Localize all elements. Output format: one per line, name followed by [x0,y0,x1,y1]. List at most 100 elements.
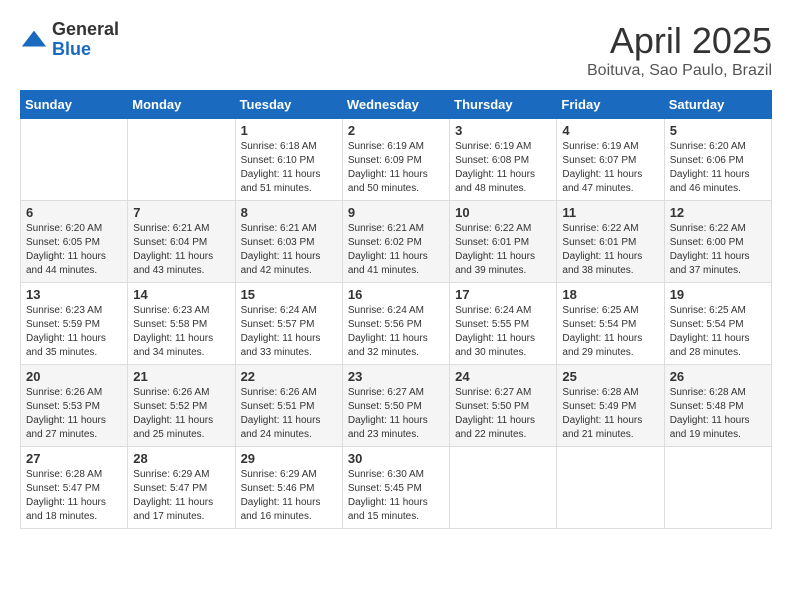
calendar-cell: 24 Sunrise: 6:27 AM Sunset: 5:50 PM Dayli… [450,365,557,447]
weekday-header-saturday: Saturday [664,91,771,119]
day-info: Sunrise: 6:19 AM Sunset: 6:07 PM Dayligh… [562,140,658,196]
calendar-cell: 25 Sunrise: 6:28 AM Sunset: 5:49 PM Dayli… [557,365,664,447]
day-info: Sunrise: 6:22 AM Sunset: 6:01 PM Dayligh… [455,222,551,278]
calendar-cell: 12 Sunrise: 6:22 AM Sunset: 6:00 PM Dayli… [664,201,771,283]
day-info: Sunrise: 6:18 AM Sunset: 6:10 PM Dayligh… [241,140,337,196]
calendar-cell [557,447,664,529]
logo-icon [20,26,48,54]
day-info: Sunrise: 6:20 AM Sunset: 6:06 PM Dayligh… [670,140,766,196]
calendar-cell: 18 Sunrise: 6:25 AM Sunset: 5:54 PM Dayli… [557,283,664,365]
day-number: 26 [670,369,766,384]
day-number: 5 [670,123,766,138]
day-number: 11 [562,205,658,220]
logo: General Blue [20,20,119,60]
day-info: Sunrise: 6:20 AM Sunset: 6:05 PM Dayligh… [26,222,122,278]
calendar-cell: 6Sunrise: 6:20 AM Sunset: 6:05 PM Daylig… [21,201,128,283]
month-title: April 2025 [587,20,772,62]
day-info: Sunrise: 6:28 AM Sunset: 5:49 PM Dayligh… [562,386,658,442]
location-title: Boituva, Sao Paulo, Brazil [587,62,772,80]
day-number: 28 [133,451,229,466]
day-info: Sunrise: 6:19 AM Sunset: 6:09 PM Dayligh… [348,140,444,196]
calendar-table: SundayMondayTuesdayWednesdayThursdayFrid… [20,90,772,529]
day-info: Sunrise: 6:28 AM Sunset: 5:47 PM Dayligh… [26,468,122,524]
calendar-cell: 17Sunrise: 6:24 AM Sunset: 5:55 PM Dayli… [450,283,557,365]
calendar-cell: 29Sunrise: 6:29 AM Sunset: 5:46 PM Dayli… [235,447,342,529]
day-number: 24 [455,369,551,384]
logo-general-text: General [52,20,119,40]
calendar-cell: 8Sunrise: 6:21 AM Sunset: 6:03 PM Daylig… [235,201,342,283]
calendar-cell: 14 Sunrise: 6:23 AM Sunset: 5:58 PM Dayli… [128,283,235,365]
calendar-cell: 19Sunrise: 6:25 AM Sunset: 5:54 PM Dayli… [664,283,771,365]
day-info: Sunrise: 6:29 AM Sunset: 5:46 PM Dayligh… [241,468,337,524]
calendar-week-row: 13 Sunrise: 6:23 AM Sunset: 5:59 PM Dayli… [21,283,772,365]
day-number: 14 [133,287,229,302]
page-header: General Blue April 2025 Boituva, Sao Pau… [20,20,772,80]
calendar-cell: 9Sunrise: 6:21 AM Sunset: 6:02 PM Daylig… [342,201,449,283]
weekday-header-thursday: Thursday [450,91,557,119]
calendar-cell: 30Sunrise: 6:30 AM Sunset: 5:45 PM Dayli… [342,447,449,529]
day-number: 3 [455,123,551,138]
calendar-cell: 2Sunrise: 6:19 AM Sunset: 6:09 PM Daylig… [342,119,449,201]
calendar-cell: 21Sunrise: 6:26 AM Sunset: 5:52 PM Dayli… [128,365,235,447]
day-number: 17 [455,287,551,302]
day-info: Sunrise: 6:26 AM Sunset: 5:51 PM Dayligh… [241,386,337,442]
calendar-cell: 10 Sunrise: 6:22 AM Sunset: 6:01 PM Dayli… [450,201,557,283]
day-info: Sunrise: 6:21 AM Sunset: 6:04 PM Dayligh… [133,222,229,278]
title-block: April 2025 Boituva, Sao Paulo, Brazil [587,20,772,80]
logo-text: General Blue [52,20,119,60]
day-number: 19 [670,287,766,302]
day-info: Sunrise: 6:27 AM Sunset: 5:50 PM Dayligh… [348,386,444,442]
day-number: 12 [670,205,766,220]
day-info: Sunrise: 6:25 AM Sunset: 5:54 PM Dayligh… [562,304,658,360]
day-info: Sunrise: 6:21 AM Sunset: 6:03 PM Dayligh… [241,222,337,278]
calendar-cell: 22 Sunrise: 6:26 AM Sunset: 5:51 PM Dayli… [235,365,342,447]
day-number: 7 [133,205,229,220]
calendar-cell [664,447,771,529]
day-number: 21 [133,369,229,384]
logo-blue-text: Blue [52,40,119,60]
day-info: Sunrise: 6:22 AM Sunset: 6:00 PM Dayligh… [670,222,766,278]
day-info: Sunrise: 6:28 AM Sunset: 5:48 PM Dayligh… [670,386,766,442]
day-number: 23 [348,369,444,384]
day-number: 15 [241,287,337,302]
day-number: 22 [241,369,337,384]
calendar-cell [450,447,557,529]
day-number: 25 [562,369,658,384]
day-info: Sunrise: 6:26 AM Sunset: 5:53 PM Dayligh… [26,386,122,442]
day-info: Sunrise: 6:23 AM Sunset: 5:59 PM Dayligh… [26,304,122,360]
day-number: 30 [348,451,444,466]
day-info: Sunrise: 6:22 AM Sunset: 6:01 PM Dayligh… [562,222,658,278]
calendar-cell: 27Sunrise: 6:28 AM Sunset: 5:47 PM Dayli… [21,447,128,529]
calendar-cell: 28 Sunrise: 6:29 AM Sunset: 5:47 PM Dayli… [128,447,235,529]
day-number: 18 [562,287,658,302]
day-info: Sunrise: 6:24 AM Sunset: 5:56 PM Dayligh… [348,304,444,360]
weekday-header-sunday: Sunday [21,91,128,119]
weekday-header-friday: Friday [557,91,664,119]
calendar-cell: 13 Sunrise: 6:23 AM Sunset: 5:59 PM Dayli… [21,283,128,365]
calendar-cell: 7 Sunrise: 6:21 AM Sunset: 6:04 PM Daylig… [128,201,235,283]
calendar-cell: 11 Sunrise: 6:22 AM Sunset: 6:01 PM Dayli… [557,201,664,283]
calendar-cell: 16 Sunrise: 6:24 AM Sunset: 5:56 PM Dayli… [342,283,449,365]
day-info: Sunrise: 6:29 AM Sunset: 5:47 PM Dayligh… [133,468,229,524]
calendar-cell: 20Sunrise: 6:26 AM Sunset: 5:53 PM Dayli… [21,365,128,447]
day-info: Sunrise: 6:24 AM Sunset: 5:57 PM Dayligh… [241,304,337,360]
calendar-week-row: 1 Sunrise: 6:18 AM Sunset: 6:10 PM Daylig… [21,119,772,201]
calendar-cell: 15 Sunrise: 6:24 AM Sunset: 5:57 PM Dayli… [235,283,342,365]
day-number: 16 [348,287,444,302]
calendar-body: 1 Sunrise: 6:18 AM Sunset: 6:10 PM Daylig… [21,119,772,529]
day-info: Sunrise: 6:23 AM Sunset: 5:58 PM Dayligh… [133,304,229,360]
calendar-cell: 5 Sunrise: 6:20 AM Sunset: 6:06 PM Daylig… [664,119,771,201]
day-number: 10 [455,205,551,220]
day-number: 1 [241,123,337,138]
day-number: 13 [26,287,122,302]
calendar-cell: 3Sunrise: 6:19 AM Sunset: 6:08 PM Daylig… [450,119,557,201]
day-info: Sunrise: 6:27 AM Sunset: 5:50 PM Dayligh… [455,386,551,442]
weekday-header-monday: Monday [128,91,235,119]
calendar-cell: 26 Sunrise: 6:28 AM Sunset: 5:48 PM Dayli… [664,365,771,447]
calendar-week-row: 20Sunrise: 6:26 AM Sunset: 5:53 PM Dayli… [21,365,772,447]
calendar-cell: 4 Sunrise: 6:19 AM Sunset: 6:07 PM Daylig… [557,119,664,201]
calendar-cell [128,119,235,201]
calendar-week-row: 27Sunrise: 6:28 AM Sunset: 5:47 PM Dayli… [21,447,772,529]
calendar-cell [21,119,128,201]
day-number: 4 [562,123,658,138]
